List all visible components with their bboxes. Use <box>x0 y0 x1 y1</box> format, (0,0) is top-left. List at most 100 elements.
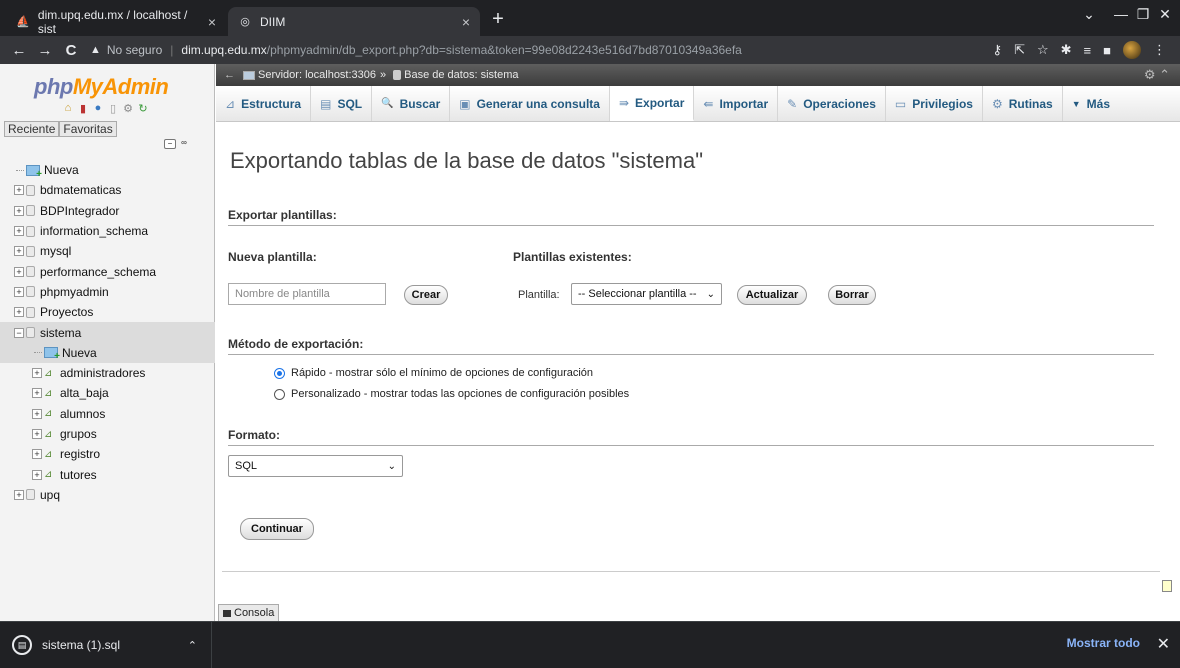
download-item[interactable]: ▤ sistema (1).sql ⌃ <box>0 622 212 668</box>
radio-quick[interactable] <box>274 367 285 379</box>
template-name-input[interactable]: Nombre de plantilla <box>228 283 386 305</box>
expand-icon[interactable]: + <box>14 205 24 216</box>
reload-button[interactable]: C <box>58 42 84 59</box>
security-status[interactable]: No seguro <box>107 43 162 57</box>
tab-operaciones[interactable]: ✎ Operaciones <box>778 86 886 121</box>
bookmark-star-icon[interactable]: ☆ <box>1037 42 1049 58</box>
expand-icon[interactable]: + <box>32 388 42 399</box>
show-all-downloads-button[interactable]: Mostrar todo <box>1067 636 1140 650</box>
forward-button[interactable]: → <box>32 42 58 59</box>
browser-tab-diim[interactable]: ◎ DIIM × <box>228 7 480 36</box>
tree-item-performance-schema[interactable]: + performance_schema <box>0 261 215 281</box>
page-settings-icon[interactable] <box>1162 580 1172 592</box>
extensions-icon[interactable]: ✱ <box>1061 42 1072 58</box>
expand-icon[interactable]: + <box>14 246 24 257</box>
settings-gear-icon[interactable]: ⚙ ⌃ <box>1144 67 1170 83</box>
expand-icon[interactable]: + <box>14 266 24 277</box>
continue-button[interactable]: Continuar <box>240 518 314 540</box>
tree-item-new-database[interactable]: Nueva <box>0 160 215 180</box>
link-icon[interactable]: ∞ <box>178 139 190 149</box>
settings-icon[interactable]: ⚙ <box>122 102 134 115</box>
format-select[interactable]: SQL ⌄ <box>228 455 403 477</box>
tree-item-administradores[interactable]: + ⊿ administradores <box>0 363 215 383</box>
tree-item-grupos[interactable]: + ⊿ grupos <box>0 424 215 444</box>
create-template-button[interactable]: Crear <box>404 285 448 305</box>
new-tab-button[interactable]: + <box>484 8 512 32</box>
console-tab[interactable]: Consola <box>218 604 280 621</box>
recent-tab[interactable]: Reciente <box>4 121 60 137</box>
tab-rutinas[interactable]: ⚙ Rutinas <box>983 86 1063 121</box>
key-icon[interactable]: ⚷ <box>993 42 1003 58</box>
back-button[interactable]: ← <box>6 42 32 59</box>
tab-search-dropdown-icon[interactable]: ⌄ <box>1074 6 1104 23</box>
tab-mas[interactable]: ▼ Más <box>1063 86 1119 121</box>
tree-item-alumnos[interactable]: + ⊿ alumnos <box>0 404 215 424</box>
docs-icon[interactable]: ▯ <box>107 102 119 115</box>
tree-item-phpmyadmin[interactable]: + phpmyadmin <box>0 282 215 302</box>
tree-item-mysql[interactable]: + mysql <box>0 241 215 261</box>
expand-icon[interactable]: + <box>32 368 42 379</box>
tree-item-label: bdmatematicas <box>40 183 122 198</box>
profile-avatar[interactable] <box>1123 41 1141 59</box>
menu-kebab-icon[interactable]: ⋮ <box>1153 42 1166 58</box>
tab-close-icon[interactable]: × <box>462 14 470 30</box>
expand-icon[interactable]: + <box>32 449 42 460</box>
method-option-custom[interactable]: Personalizado - mostrar todas las opcion… <box>274 388 629 400</box>
expand-icon[interactable]: + <box>32 469 42 480</box>
close-download-bar-icon[interactable]: ✕ <box>1157 634 1170 654</box>
expand-icon[interactable]: + <box>14 489 24 500</box>
tab-exportar[interactable]: ⇛ Exportar <box>609 86 695 121</box>
tab-generar-consulta[interactable]: ▣ Generar una consulta <box>450 86 610 121</box>
tab-estructura[interactable]: ⊿ Estructura <box>216 86 312 121</box>
chevron-up-icon[interactable]: ⌃ <box>188 639 197 652</box>
tree-item-proyectos[interactable]: + Proyectos <box>0 302 215 322</box>
share-icon[interactable]: ⇱ <box>1014 42 1025 58</box>
expand-icon[interactable]: + <box>14 286 24 297</box>
expand-icon[interactable]: + <box>32 429 42 439</box>
collapse-all-icon[interactable]: − <box>164 139 176 149</box>
tab-privilegios[interactable]: ▭ Privilegios <box>886 86 983 121</box>
template-select[interactable]: -- Seleccionar plantilla -- ⌄ <box>571 283 722 305</box>
database-icon <box>393 70 402 80</box>
breadcrumb-database[interactable]: Base de datos: sistema <box>404 69 518 81</box>
tree-item-new-table[interactable]: Nueva <box>0 342 215 363</box>
radio-custom[interactable] <box>274 388 285 400</box>
tab-label: Más <box>1086 96 1110 111</box>
logout-icon[interactable]: ▮ <box>77 102 89 115</box>
tab-importar[interactable]: ⇚ Importar <box>694 86 779 121</box>
favorites-tab[interactable]: Favoritas <box>59 121 117 137</box>
help-icon[interactable]: ● <box>92 102 104 114</box>
tree-item-registro[interactable]: + ⊿ registro <box>0 444 215 464</box>
tree-item-upq[interactable]: + upq <box>0 485 215 505</box>
tree-item-label: sistema <box>40 325 82 340</box>
tab-sql[interactable]: ▤ SQL <box>311 86 373 121</box>
tree-item-bdpintegrador[interactable]: + BDPIntegrador <box>0 201 215 221</box>
tab-buscar[interactable]: 🔍 Buscar <box>372 86 451 121</box>
expand-icon[interactable]: + <box>14 226 24 237</box>
breadcrumb-server[interactable]: Servidor: localhost:3306 <box>258 69 376 81</box>
phpmyadmin-logo[interactable]: phpMyAdmin <box>34 74 169 100</box>
tree-item-tutores[interactable]: + ⊿ tutores <box>0 464 215 484</box>
collapse-sidebar-icon[interactable]: ← <box>224 69 235 81</box>
tree-item-bdmatematicas[interactable]: + bdmatematicas <box>0 180 215 200</box>
browser-tab-phpmyadmin[interactable]: ⛵ dim.upq.edu.mx / localhost / sist × <box>6 7 226 36</box>
tree-item-alta-baja[interactable]: + ⊿ alta_baja <box>0 383 215 403</box>
expand-icon[interactable]: + <box>32 408 42 419</box>
method-option-quick[interactable]: Rápido - mostrar sólo el mínimo de opcio… <box>274 367 593 379</box>
new-database-icon <box>26 164 42 180</box>
expand-icon[interactable]: + <box>14 185 24 196</box>
sidepanel-icon[interactable]: ■ <box>1103 43 1111 58</box>
media-icon[interactable]: ≡ <box>1084 43 1092 58</box>
tab-close-icon[interactable]: × <box>208 14 216 30</box>
reload-nav-icon[interactable]: ↻ <box>137 102 149 115</box>
tree-item-information-schema[interactable]: + information_schema <box>0 221 215 241</box>
warning-icon[interactable]: ▲ <box>90 44 101 56</box>
collapse-icon[interactable]: − <box>14 327 24 338</box>
tree-item-sistema[interactable]: − sistema <box>0 322 215 343</box>
expand-icon[interactable]: + <box>14 307 24 318</box>
close-window-button[interactable]: ✕ <box>1150 6 1180 23</box>
update-template-button[interactable]: Actualizar <box>737 285 807 305</box>
home-icon[interactable]: ⌂ <box>62 102 74 114</box>
address-bar[interactable]: ▲ No seguro | dim.upq.edu.mx/phpmyadmin/… <box>90 38 1170 62</box>
delete-template-button[interactable]: Borrar <box>828 285 876 305</box>
